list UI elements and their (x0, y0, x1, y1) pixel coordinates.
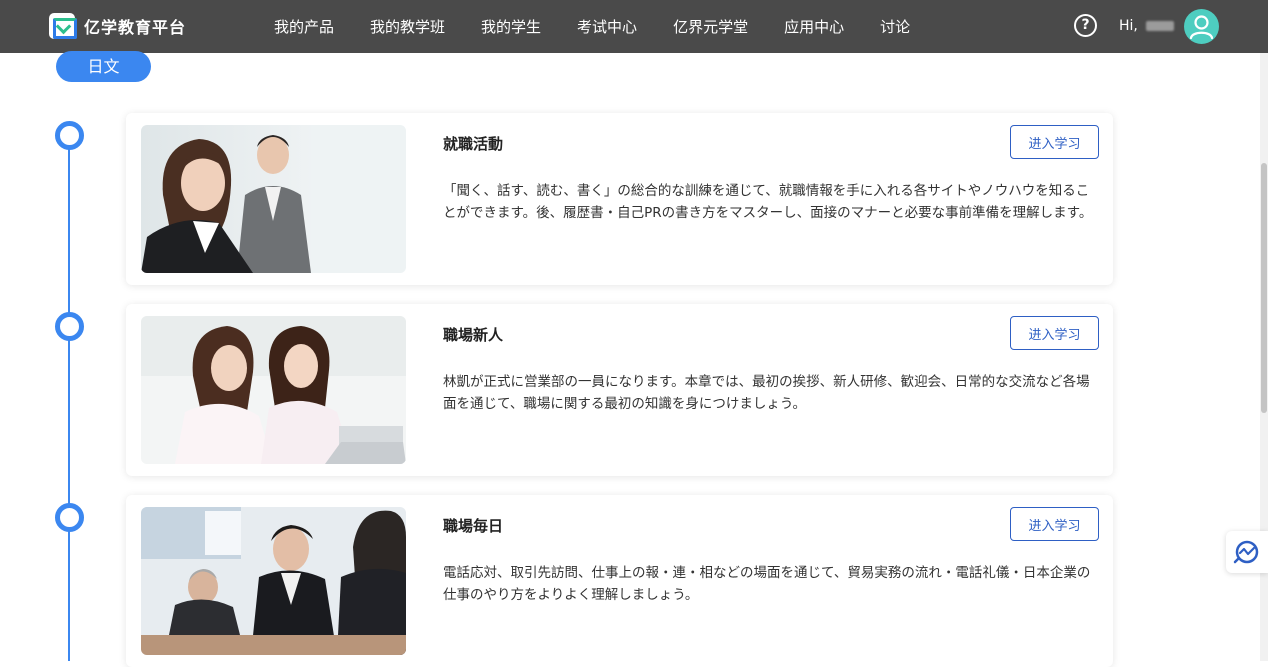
course-title: 職場毎日 (443, 517, 504, 535)
floating-assistant-button[interactable] (1226, 531, 1268, 573)
course-card: 職場毎日 进入学习 電話応対、取引先訪問、仕事上の報・連・相などの場面を通じて、… (126, 495, 1113, 667)
two-women-laptop-photo-icon (141, 316, 406, 464)
course-card: 職場新人 进入学习 林凱が正式に営業部の一員になります。本章では、最初の挨拶、新… (126, 304, 1113, 476)
scrollbar-thumb[interactable] (1261, 163, 1267, 413)
course-title: 就職活動 (443, 135, 504, 153)
brand-title: 亿学教育平台 (84, 18, 187, 37)
brand-logo-icon (49, 13, 77, 39)
timeline-line (68, 140, 70, 661)
timeline-dot (55, 121, 84, 150)
top-navigation-bar: 亿学教育平台 我的产品 我的教学班 我的学生 考试中心 亿界元学堂 应用中心 讨… (0, 0, 1268, 53)
enter-study-button[interactable]: 进入学习 (1010, 507, 1099, 541)
course-description: 「聞く、話す、読む、書く」の総合的な訓練を通じて、就職情報を手に入れる各サイトや… (443, 183, 1093, 221)
greeting-text: Hi, (1119, 18, 1138, 34)
office-couple-photo-icon (141, 125, 406, 273)
brand[interactable]: 亿学教育平台 (49, 13, 186, 39)
course-card: 就職活動 进入学习 「聞く、話す、読む、書く」の総合的な訓練を通じて、就職情報を… (126, 113, 1113, 285)
enter-study-button[interactable]: 进入学习 (1010, 316, 1099, 350)
course-description: 電話応対、取引先訪問、仕事上の報・連・相などの場面を通じて、貿易実務の流れ・電話… (443, 565, 1091, 603)
timeline-dot (55, 503, 84, 532)
business-meeting-photo-icon (141, 507, 406, 655)
course-image[interactable] (141, 316, 406, 464)
course-image[interactable] (141, 125, 406, 273)
language-tag[interactable]: 日文 (56, 51, 151, 82)
nav-discussion[interactable]: 讨论 (880, 16, 910, 37)
user-greeting: Hi, (1119, 18, 1174, 34)
main-nav: 我的产品 我的教学班 我的学生 考试中心 亿界元学堂 应用中心 讨论 (274, 0, 946, 53)
nav-exam-center[interactable]: 考试中心 (577, 16, 637, 37)
avatar[interactable] (1184, 9, 1219, 44)
nav-my-classes[interactable]: 我的教学班 (370, 16, 445, 37)
assistant-icon (1233, 540, 1259, 564)
help-icon[interactable]: ? (1074, 14, 1097, 37)
nav-my-products[interactable]: 我的产品 (274, 16, 334, 37)
username-redacted (1145, 21, 1174, 31)
course-image[interactable] (141, 507, 406, 655)
course-description: 林凱が正式に営業部の一員になります。本章では、最初の挨拶、新人研修、歓迎会、日常… (443, 374, 1090, 412)
user-icon (1189, 15, 1214, 40)
nav-my-students[interactable]: 我的学生 (481, 16, 541, 37)
enter-study-button[interactable]: 进入学习 (1010, 125, 1099, 159)
course-title: 職場新人 (443, 326, 504, 344)
nav-app-center[interactable]: 应用中心 (784, 16, 844, 37)
nav-yijieyuan-school[interactable]: 亿界元学堂 (673, 16, 748, 37)
timeline-dot (55, 312, 84, 341)
